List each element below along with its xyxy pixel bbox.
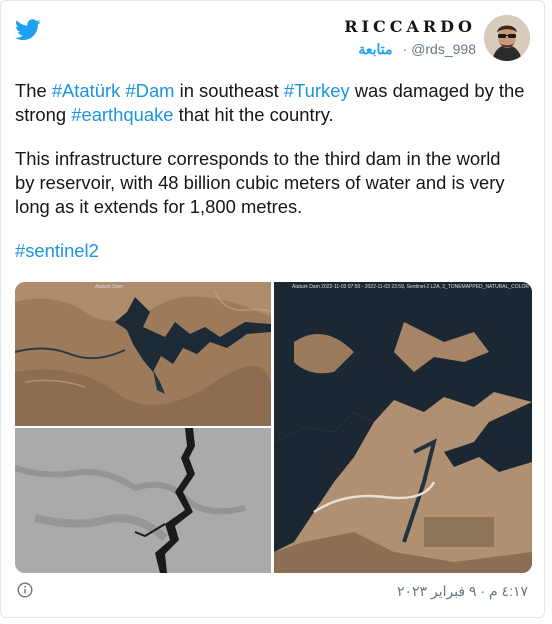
hashtag-link[interactable]: #earthquake: [71, 104, 173, 125]
tweet-text: The #Atatürk #Dam in southeast #Turkey w…: [15, 79, 525, 283]
tweet-card: RICCARDO متابعة · @rds_998 The #Atatürk #D…: [0, 0, 545, 618]
author-names: RICCARDO متابعة · @rds_998: [344, 17, 476, 59]
info-circle-icon[interactable]: [17, 582, 33, 598]
twitter-bird-icon[interactable]: [15, 19, 41, 41]
hashtag-link[interactable]: #Atatürk: [52, 80, 121, 101]
author-subline: متابعة · @rds_998: [344, 39, 476, 59]
tweet-paragraph-1: The #Atatürk #Dam in southeast #Turkey w…: [15, 79, 525, 127]
satellite-image-dam-closeup[interactable]: Ataturk Dam 2022-11-03 07:50 - 2022-11-0…: [274, 282, 532, 573]
avatar[interactable]: [484, 15, 530, 61]
hashtag-link[interactable]: #sentinel2: [15, 240, 99, 261]
author-display-name[interactable]: RICCARDO: [344, 17, 476, 37]
tweet-paragraph-2: This infrastructure corresponds to the t…: [15, 148, 505, 217]
separator-dot: ·: [402, 41, 408, 57]
hashtag-link[interactable]: #Dam: [125, 80, 174, 101]
tweet-footer: ٤:١٧ م · ٩ فبراير ٢٠٢٣: [15, 579, 530, 603]
avatar-photo: [484, 15, 530, 61]
text-segment: The: [15, 80, 52, 101]
follow-link[interactable]: متابعة: [358, 41, 392, 57]
photo-cracked-road[interactable]: [15, 428, 271, 573]
author-handle[interactable]: @rds_998: [411, 41, 476, 57]
image-caption: Ataturk Dam 2022-11-03 07:50 - 2022-11-0…: [292, 284, 529, 290]
author-header: RICCARDO متابعة · @rds_998: [344, 15, 530, 61]
tweet-timestamp[interactable]: ٤:١٧ م · ٩ فبراير ٢٠٢٣: [397, 583, 528, 600]
image-caption: Ataturk Dam: [95, 284, 123, 290]
satellite-image-dam-top[interactable]: Ataturk Dam: [15, 282, 271, 426]
hashtag-link[interactable]: #Turkey: [284, 80, 350, 101]
text-segment: that hit the country.: [173, 104, 334, 125]
tweet-paragraph-3: #sentinel2: [15, 239, 525, 263]
text-segment: in southeast: [174, 80, 284, 101]
media-grid: Ataturk Dam Ataturk Dam 2022-11-03 07:50…: [15, 282, 532, 573]
